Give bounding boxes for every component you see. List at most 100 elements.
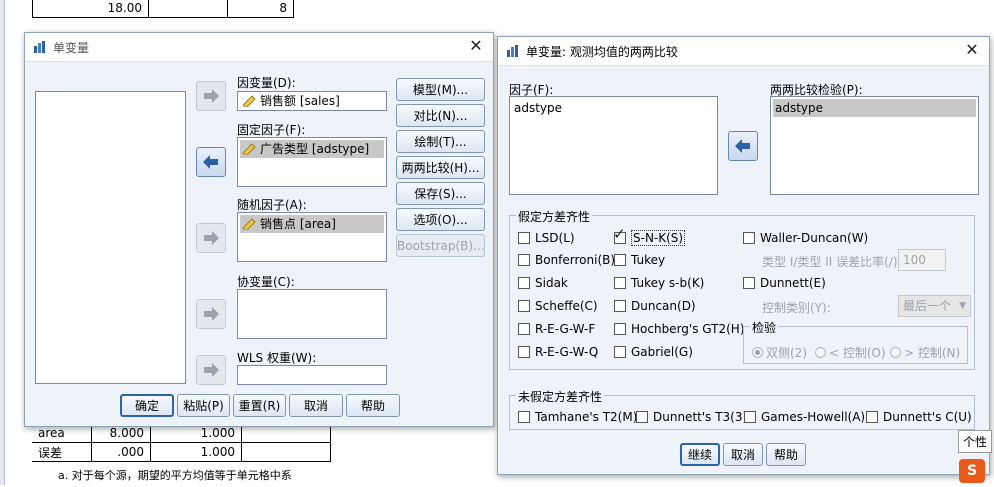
checkbox-label: Hochberg's GT2(H) [631,322,745,336]
regwf-checkbox[interactable]: R-E-G-W-F [518,321,595,337]
dunnett-checkbox[interactable]: Dunnett(E) [743,275,826,291]
checkbox-box[interactable]: ✓ [613,227,626,244]
checkbox-label: S-N-K(S) [631,230,686,246]
list-item[interactable]: 广告类型 [adstype] [240,140,384,158]
model-button[interactable]: 模型(M)... [396,78,485,101]
games-howell-checkbox[interactable]: Games-Howell(A) [744,409,865,425]
tamhane-checkbox[interactable]: Tamhane's T2(M) [518,409,637,425]
list-item[interactable]: adstype [512,99,715,117]
spss-app-icon [34,41,45,53]
arrow-right-icon [204,89,219,103]
unequal-variances-title: 未假定方差齐性 [516,388,605,405]
checkbox-label: Tamhane's T2(M) [535,410,638,424]
close-icon[interactable]: ✕ [963,41,981,59]
move-to-dependent-button[interactable] [196,81,226,111]
cancel-button[interactable]: 取消 [289,394,343,417]
dunnett-c-checkbox[interactable]: Dunnett's C(U) [866,409,972,425]
tukey-checkbox[interactable]: Tukey [614,252,665,268]
duncan-checkbox[interactable]: Duncan(D) [614,298,696,314]
checkbox-label: Tukey s-b(K) [631,276,705,290]
move-to-fixed-factor-button[interactable] [196,147,226,177]
snk-checkbox[interactable]: ✓ S-N-K(S) [613,227,686,246]
chevron-down-icon: ▼ [959,301,966,311]
move-to-random-factor-button[interactable] [196,223,226,253]
sidak-checkbox[interactable]: Sidak [518,275,568,291]
checkbox-box[interactable] [743,232,755,244]
move-to-wls-button[interactable] [196,355,226,385]
reset-button[interactable]: 重置(R) [233,394,286,417]
cancel-button[interactable]: 取消 [723,443,763,466]
options-button[interactable]: 选项(O)... [396,208,485,231]
checkbox-box[interactable] [518,277,530,289]
checkbox-label: Tukey [631,253,666,267]
checkbox-box[interactable] [614,346,626,358]
fixed-factor-list[interactable]: 广告类型 [adstype] [237,137,387,187]
checkbox-label: R-E-G-W-F [535,322,596,336]
checkbox-box[interactable] [743,277,755,289]
checkbox-box[interactable] [614,300,626,312]
help-button[interactable]: 帮助 [766,443,806,466]
bootstrap-button[interactable]: Bootstrap(B)... [396,234,485,257]
move-factor-button[interactable] [728,131,758,161]
output-table-top: 18.00 8 [32,0,294,18]
help-button[interactable]: 帮助 [346,394,400,417]
plots-button[interactable]: 绘制(T)... [396,130,485,153]
list-item[interactable]: adstype [773,99,976,117]
univariate-title: 单变量 [53,41,90,55]
move-to-covariate-button[interactable] [196,299,226,329]
spss-app-icon [507,45,518,57]
ok-button[interactable]: 确定 [120,394,174,417]
close-icon[interactable]: ✕ [467,37,485,55]
control-category-select[interactable]: 最后一个 ▼ [898,295,971,317]
checkbox-box[interactable] [614,254,626,266]
hochberg-checkbox[interactable]: Hochberg's GT2(H) [614,321,745,337]
random-factor-list[interactable]: 销售点 [area] [237,212,387,262]
list-item[interactable]: 销售额 [sales] [240,92,384,110]
dunnett-t3-checkbox[interactable]: Dunnett's T3(3) [636,409,747,425]
checkbox-label: Sidak [535,276,568,290]
scheffe-checkbox[interactable]: Scheffe(C) [518,298,598,314]
covariate-list[interactable] [237,289,387,339]
dependent-item-label: 销售额 [sales] [260,94,340,108]
table-cell: 1.000 [150,442,242,462]
arrow-right-icon [204,307,219,321]
error-ratio-input[interactable]: 100 [898,249,946,271]
arrow-right-icon [204,363,219,377]
gabriel-checkbox[interactable]: Gabriel(G) [614,344,693,360]
tukey-sb-checkbox[interactable]: Tukey s-b(K) [614,275,704,291]
continue-button[interactable]: 继续 [680,443,720,466]
less-than-control-radio[interactable]: < 控制(O) [815,345,886,361]
scale-variable-icon [242,95,256,107]
checkbox-box[interactable] [614,323,626,335]
sogou-ime-icon[interactable]: S [959,459,985,483]
bonferroni-checkbox[interactable]: Bonferroni(B) [518,252,615,268]
post-hoc-button[interactable]: 两两比较(H)... [396,156,485,179]
dependent-field[interactable]: 销售额 [sales] [237,91,387,111]
post-hoc-tests-list[interactable]: adstype [770,96,979,195]
wls-weight-field[interactable] [237,365,387,385]
checkbox-box[interactable] [518,346,530,358]
greater-than-control-radio[interactable]: > 控制(N) [890,345,960,361]
checkbox-box[interactable] [614,277,626,289]
regwq-checkbox[interactable]: R-E-G-W-Q [518,344,598,360]
checkbox-box[interactable] [518,411,530,423]
post-hoc-dialog: 单变量: 观测均值的两两比较 ✕ 因子(F): adstype 两两比较检验(P… [497,36,990,475]
checkbox-box[interactable] [518,254,530,266]
checkbox-box[interactable] [866,411,878,423]
lsd-checkbox[interactable]: LSD(L) [518,230,575,246]
source-variable-list[interactable] [35,91,186,384]
checkbox-box[interactable] [518,300,530,312]
checkbox-box[interactable] [744,411,756,423]
waller-duncan-checkbox[interactable]: Waller-Duncan(W) [743,230,868,246]
paste-button[interactable]: 粘贴(P) [177,394,230,417]
factors-list[interactable]: adstype [509,96,718,195]
checkbox-box[interactable] [518,232,530,244]
checkbox-box[interactable] [636,411,648,423]
two-sided-radio[interactable]: 双侧(2) [752,345,807,361]
radio-selected-icon [752,347,763,358]
checkbox-box[interactable] [518,323,530,335]
list-item[interactable]: 销售点 [area] [240,215,384,233]
table-cell [148,0,228,18]
contrasts-button[interactable]: 对比(N)... [396,104,485,127]
save-button[interactable]: 保存(S)... [396,182,485,205]
